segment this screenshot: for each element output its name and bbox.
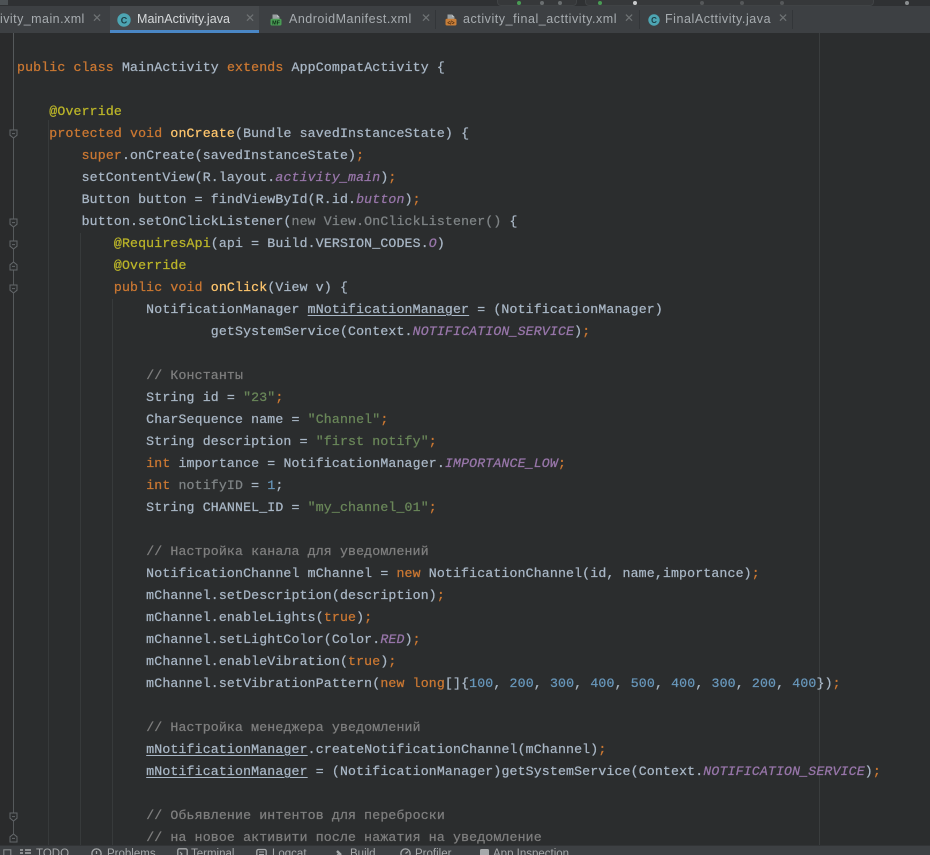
svg-text:</>: </> [447, 20, 454, 26]
svg-text:C: C [651, 16, 657, 25]
svg-text:MF: MF [272, 20, 280, 26]
svg-text:C: C [121, 15, 128, 25]
